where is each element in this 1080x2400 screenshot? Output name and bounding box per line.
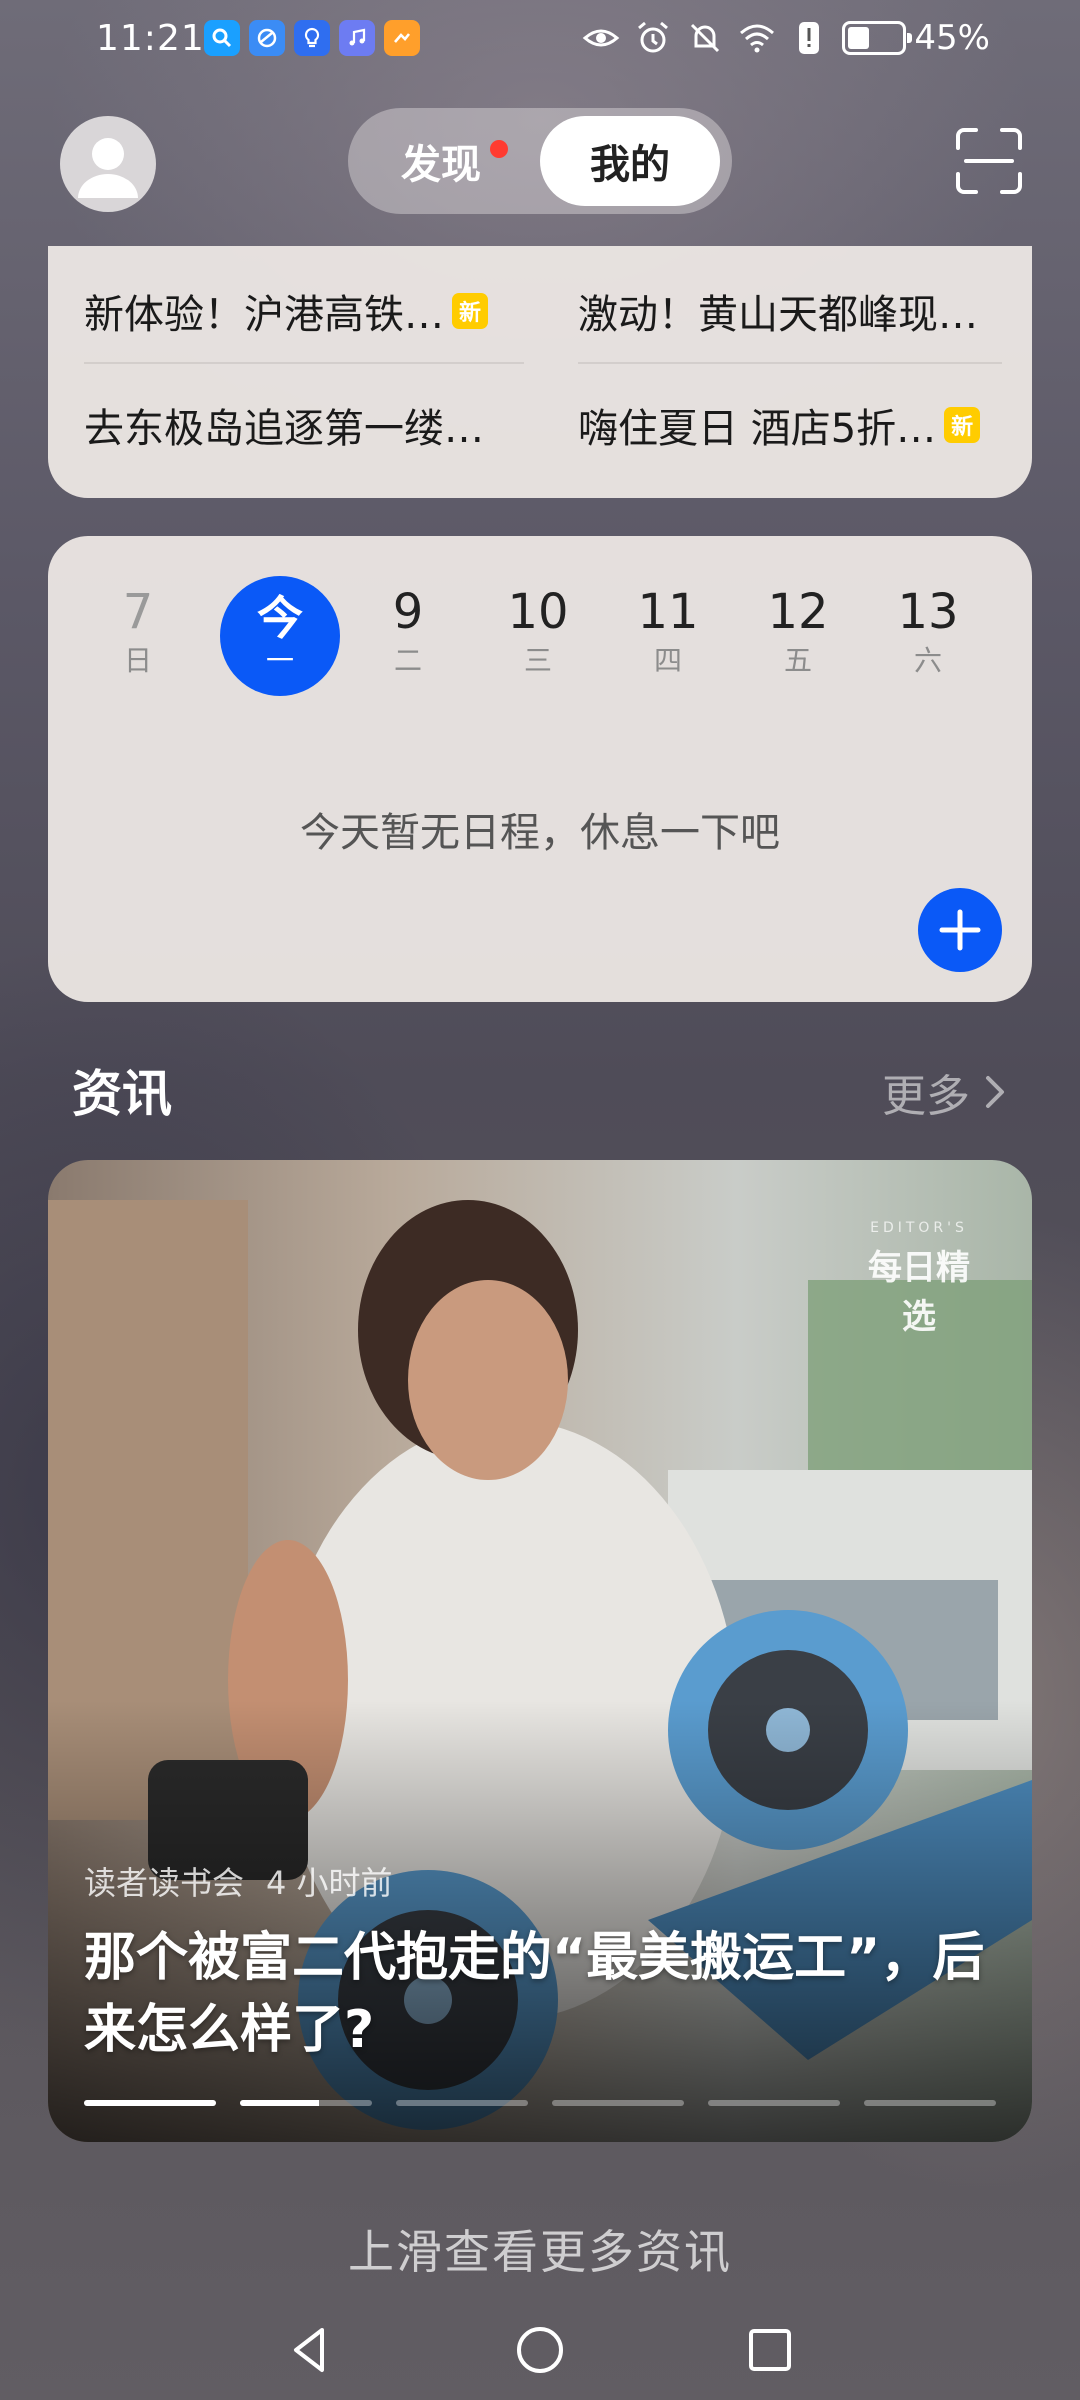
hot-topic-text: 嗨住夏日 酒店5折… — [578, 406, 937, 452]
status-time: 11:21 — [96, 18, 205, 59]
hot-topic-text: 去东极岛追逐第一缕… — [84, 406, 484, 452]
news-more-link[interactable]: 更多 — [882, 1060, 1010, 1124]
day-number: 7 — [122, 584, 154, 640]
pager-segment — [396, 2100, 528, 2106]
hot-topic-item[interactable]: 去东极岛追逐第一缕… — [84, 396, 544, 454]
calendar-day[interactable]: 10 三 — [478, 580, 598, 678]
scan-icon — [956, 128, 1022, 194]
recent-apps-button[interactable] — [730, 2310, 810, 2390]
status-bar: 11:21 45% — [0, 0, 1080, 80]
notification-app-icons — [204, 20, 420, 56]
top-tab-switcher: 发现 我的 — [348, 108, 732, 214]
new-badge: 新 — [944, 407, 981, 443]
divider — [84, 362, 524, 364]
calendar-day[interactable]: 7 日 — [78, 580, 198, 678]
calendar-empty-text: 今天暂无日程，休息一下吧 — [300, 810, 780, 856]
pager-segment — [552, 2100, 684, 2106]
swipe-up-hint: 上滑查看更多资讯 — [348, 2225, 732, 2279]
alert-icon — [799, 22, 820, 54]
pager-segment — [240, 2100, 372, 2106]
carousel-pager — [84, 2100, 996, 2106]
calendar-day[interactable]: 11 四 — [608, 580, 728, 678]
hot-topic-text: 新体验！沪港高铁… — [84, 292, 444, 338]
battery-icon — [842, 21, 913, 55]
hot-topic-item[interactable]: 激动！黄山天都峰现… — [578, 282, 1008, 340]
day-number: 13 — [897, 584, 959, 640]
news-source: 读者读书会 — [84, 1864, 245, 1902]
battery-percent: 45% — [914, 18, 990, 58]
notification-dot — [490, 140, 508, 158]
alarm-icon — [638, 21, 669, 53]
chevron-right-icon — [986, 1076, 1004, 1108]
day-weekday: 四 — [653, 644, 682, 677]
day-weekday: 二 — [393, 644, 422, 677]
day-number: 9 — [392, 584, 424, 640]
calendar-day[interactable]: 12 五 — [738, 580, 858, 678]
wifi-icon — [740, 24, 775, 53]
new-badge: 新 — [452, 293, 488, 329]
tab-mine[interactable]: 我的 — [540, 116, 720, 206]
divider — [578, 362, 1002, 364]
avatar[interactable] — [60, 116, 156, 212]
eye-icon — [583, 29, 620, 47]
news-section-title: 资讯 — [72, 1065, 172, 1123]
day-weekday: 六 — [913, 644, 942, 677]
news-card[interactable]: EDITOR'S 每日精选 读者读书会 4 小时前 那个被富二代抱走的“最美搬运工… — [48, 1160, 1032, 2142]
navigation-bar — [0, 2300, 1080, 2400]
hot-topic-item[interactable]: 新体验！沪港高铁… 新 — [84, 282, 544, 340]
tab-discover[interactable]: 发现 — [366, 116, 516, 206]
day-weekday: 三 — [523, 644, 552, 677]
plus-icon — [939, 909, 981, 951]
day-number: 今 — [257, 591, 303, 645]
day-number: 10 — [507, 584, 569, 640]
badge-text: 每日精选 — [868, 1248, 970, 1337]
day-number: 11 — [637, 584, 699, 640]
calendar-day[interactable]: 13 六 — [868, 580, 988, 678]
pager-segment — [708, 2100, 840, 2106]
search-app-icon — [204, 20, 240, 56]
pager-segment — [84, 2100, 216, 2106]
day-number: 12 — [767, 584, 829, 640]
calendar-card: 7 日 今 一 9 二 10 三 11 四 12 五 13 六 今天暂无日程，休… — [48, 536, 1032, 1002]
music-app-icon — [339, 20, 375, 56]
pager-segment — [864, 2100, 996, 2106]
calendar-day-today[interactable]: 今 一 — [220, 576, 340, 696]
home-button[interactable] — [500, 2310, 580, 2390]
day-weekday: 五 — [783, 644, 812, 677]
day-weekday: 一 — [265, 644, 294, 677]
browser-app-icon — [249, 20, 285, 56]
news-time: 4 小时前 — [266, 1864, 393, 1902]
tips-app-icon — [294, 20, 330, 56]
hot-topic-text: 激动！黄山天都峰现… — [578, 292, 978, 338]
recent-square-icon — [749, 2329, 791, 2371]
hot-topics-card: 新体验！沪港高铁… 新 激动！黄山天都峰现… 去东极岛追逐第一缕… 嗨住夏日 酒… — [48, 246, 1032, 498]
photo-app-icon — [384, 20, 420, 56]
tab-mine-label: 我的 — [590, 142, 670, 188]
news-headline: 那个被富二代抱走的“最美搬运工”，后来怎么样了? — [84, 1928, 985, 2060]
user-avatar-icon — [78, 138, 138, 198]
back-triangle-icon — [294, 2328, 324, 2372]
home-circle-icon — [517, 2327, 563, 2373]
more-label: 更多 — [882, 1071, 970, 1122]
mute-bell-icon — [691, 23, 720, 53]
badge-ring-text: EDITOR'S — [870, 1220, 968, 1236]
day-weekday: 日 — [123, 644, 152, 677]
scan-button[interactable] — [954, 126, 1024, 196]
calendar-day[interactable]: 9 二 — [348, 580, 468, 678]
tab-discover-label: 发现 — [401, 142, 481, 188]
editor-choice-badge: EDITOR'S 每日精选 — [854, 1220, 984, 1338]
news-meta: 读者读书会 4 小时前 — [84, 1858, 393, 1904]
hot-topic-item[interactable]: 嗨住夏日 酒店5折… 新 — [578, 396, 1008, 454]
back-button[interactable] — [270, 2310, 350, 2390]
add-event-button[interactable] — [918, 888, 1002, 972]
